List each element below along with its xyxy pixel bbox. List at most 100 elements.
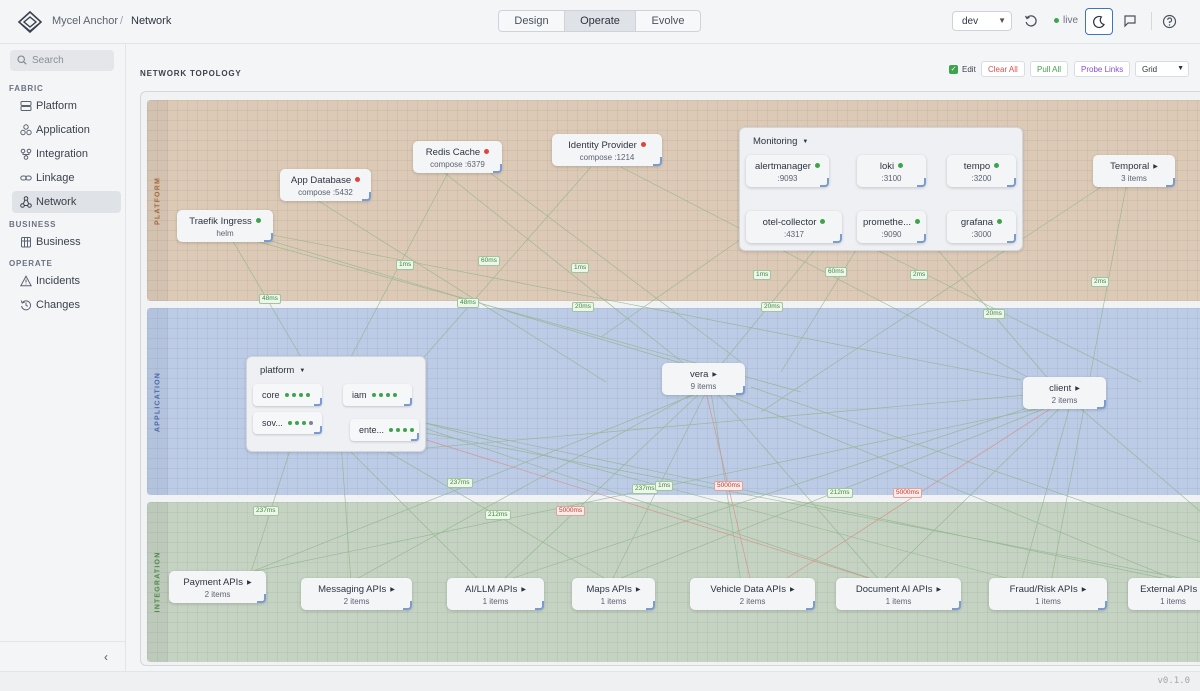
layout-value: Grid [1142, 64, 1158, 74]
group-monitoring[interactable]: Monitoring ▼ alertmanager :9093 loki :310… [739, 127, 1023, 251]
group-platform[interactable]: platform ▼ core iam sov... ente... [246, 356, 426, 452]
node-loki[interactable]: loki :3100 [857, 155, 926, 187]
latency-label: 237ms [447, 478, 473, 488]
node-title: promethe... [862, 217, 912, 228]
theme-toggle-button[interactable] [1085, 8, 1113, 35]
node-temporal[interactable]: Temporal ▶ 3 items [1093, 155, 1175, 187]
topology-canvas[interactable]: PLATFORM APPLICATION INTEGRATION 1ms 60m… [140, 91, 1200, 666]
sidebar-item-linkage[interactable]: Linkage [12, 167, 121, 189]
status-dot-icon [994, 163, 1000, 168]
collapse-sidebar-button[interactable]: ‹ [104, 650, 108, 664]
status-dot-icon [484, 149, 490, 154]
mode-switcher: Design Operate Evolve [498, 10, 701, 32]
chevron-down-icon: ▼ [998, 16, 1006, 25]
live-label: live [1063, 15, 1079, 26]
environment-select[interactable]: dev ▼ [952, 11, 1012, 31]
sidebar-item-incidents[interactable]: Incidents [12, 270, 121, 292]
node-traefik-ingress[interactable]: Traefik Ingress helm [177, 210, 273, 242]
node-client[interactable]: client ▶ 2 items [1023, 377, 1106, 409]
network-icon [20, 196, 32, 208]
latency-label: 1ms [753, 270, 772, 280]
clear-all-button[interactable]: Clear All [981, 61, 1025, 77]
node-title: grafana [960, 217, 994, 228]
version-label: v0.1.0 [1157, 676, 1190, 686]
node-subtitle: compose :5432 [298, 188, 353, 197]
expand-arrow-icon: ▶ [936, 587, 942, 593]
page-title: NETWORK TOPOLOGY [140, 69, 242, 78]
sidebar-item-label: Network [36, 196, 77, 208]
sidebar-item-integration[interactable]: Integration [12, 143, 121, 165]
sidebar-item-platform[interactable]: Platform [12, 95, 121, 117]
header-divider [1151, 12, 1152, 30]
warning-icon [20, 275, 32, 287]
node-payment-apis[interactable]: Payment APIs ▶ 2 items [169, 571, 266, 603]
node-app-database[interactable]: App Database compose :5432 [280, 169, 371, 201]
section-label-operate: OPERATE [9, 259, 53, 268]
node-otel-collector[interactable]: otel-collector :4317 [746, 211, 842, 243]
edit-checkbox[interactable]: ✓ Edit [949, 61, 976, 77]
node-prometheus[interactable]: promethe... :9090 [857, 211, 926, 243]
latency-label: 212ms [827, 488, 853, 498]
sidebar-item-label: Integration [36, 148, 88, 160]
logo-icon[interactable] [17, 9, 43, 35]
search-input[interactable]: Search [10, 50, 114, 71]
tab-design[interactable]: Design [499, 11, 565, 31]
section-label-business: BUSINESS [9, 220, 57, 229]
node-title: App Database [290, 175, 352, 186]
service-sov[interactable]: sov... [253, 412, 322, 434]
group-title: Monitoring [753, 136, 798, 147]
latency-label: 1ms [655, 481, 674, 491]
service-iam[interactable]: iam [343, 384, 412, 406]
pull-all-button[interactable]: Pull All [1030, 61, 1069, 77]
node-vera[interactable]: vera ▶ 9 items [662, 363, 745, 395]
node-vehicle-data-apis[interactable]: Vehicle Data APIs ▶ 2 items [690, 578, 815, 610]
sidebar-item-changes[interactable]: Changes [12, 294, 121, 316]
service-label: iam [352, 390, 367, 400]
node-grafana[interactable]: grafana :3000 [947, 211, 1016, 243]
node-subtitle: 9 items [690, 382, 717, 391]
node-alertmanager[interactable]: alertmanager :9093 [746, 155, 829, 187]
sidebar-item-business[interactable]: Business [12, 231, 121, 253]
node-document-ai-apis[interactable]: Document AI APIs ▶ 1 items [836, 578, 961, 610]
node-title: Maps APIs [586, 584, 632, 595]
tab-evolve[interactable]: Evolve [636, 11, 700, 31]
sidebar-item-label: Platform [36, 100, 77, 112]
layout-select[interactable]: Grid ▼ [1135, 61, 1189, 77]
probe-links-button[interactable]: Probe Links [1074, 61, 1131, 77]
node-messaging-apis[interactable]: Messaging APIs ▶ 2 items [301, 578, 412, 610]
help-icon[interactable] [1160, 12, 1178, 30]
status-bar: v0.1.0 [0, 671, 1200, 691]
status-dots [389, 428, 415, 432]
building-icon [21, 237, 31, 248]
service-ente[interactable]: ente... [350, 419, 419, 441]
sidebar-item-application[interactable]: Application [12, 119, 121, 141]
node-subtitle: 1 items [1035, 597, 1061, 606]
integration-icon [20, 148, 32, 160]
node-tempo[interactable]: tempo :3200 [947, 155, 1016, 187]
latency-label: 60ms [825, 267, 847, 277]
node-identity-provider[interactable]: Identity Provider compose :1214 [552, 134, 662, 166]
node-fraud-risk-apis[interactable]: Fraud/Risk APIs ▶ 1 items [989, 578, 1107, 610]
node-title: External APIs [1140, 584, 1198, 595]
node-maps-apis[interactable]: Maps APIs ▶ 1 items [572, 578, 655, 610]
node-title: Traefik Ingress [189, 216, 252, 227]
chat-icon[interactable] [1121, 12, 1139, 30]
latency-label: 20ms [983, 309, 1005, 319]
node-subtitle: 3 items [1121, 174, 1147, 183]
refresh-icon[interactable] [1022, 12, 1040, 30]
latency-label: 2ms [1091, 277, 1110, 287]
breadcrumb-app[interactable]: Mycel Anchor [52, 15, 118, 27]
sidebar-item-label: Business [36, 236, 81, 248]
service-core[interactable]: core [253, 384, 322, 406]
tab-operate[interactable]: Operate [565, 11, 636, 31]
sidebar-item-network[interactable]: Network [12, 191, 121, 213]
expand-arrow-icon: ▶ [789, 587, 795, 593]
node-title: otel-collector [762, 217, 817, 228]
node-subtitle: compose :1214 [579, 153, 635, 162]
node-subtitle: compose :6379 [430, 160, 485, 169]
status-dots [371, 393, 397, 397]
node-subtitle: :9093 [777, 174, 798, 183]
node-ai-llm-apis[interactable]: AI/LLM APIs ▶ 1 items [447, 578, 544, 610]
node-redis-cache[interactable]: Redis Cache compose :6379 [413, 141, 502, 173]
node-external-apis[interactable]: External APIs▶ 1 items [1128, 578, 1200, 610]
